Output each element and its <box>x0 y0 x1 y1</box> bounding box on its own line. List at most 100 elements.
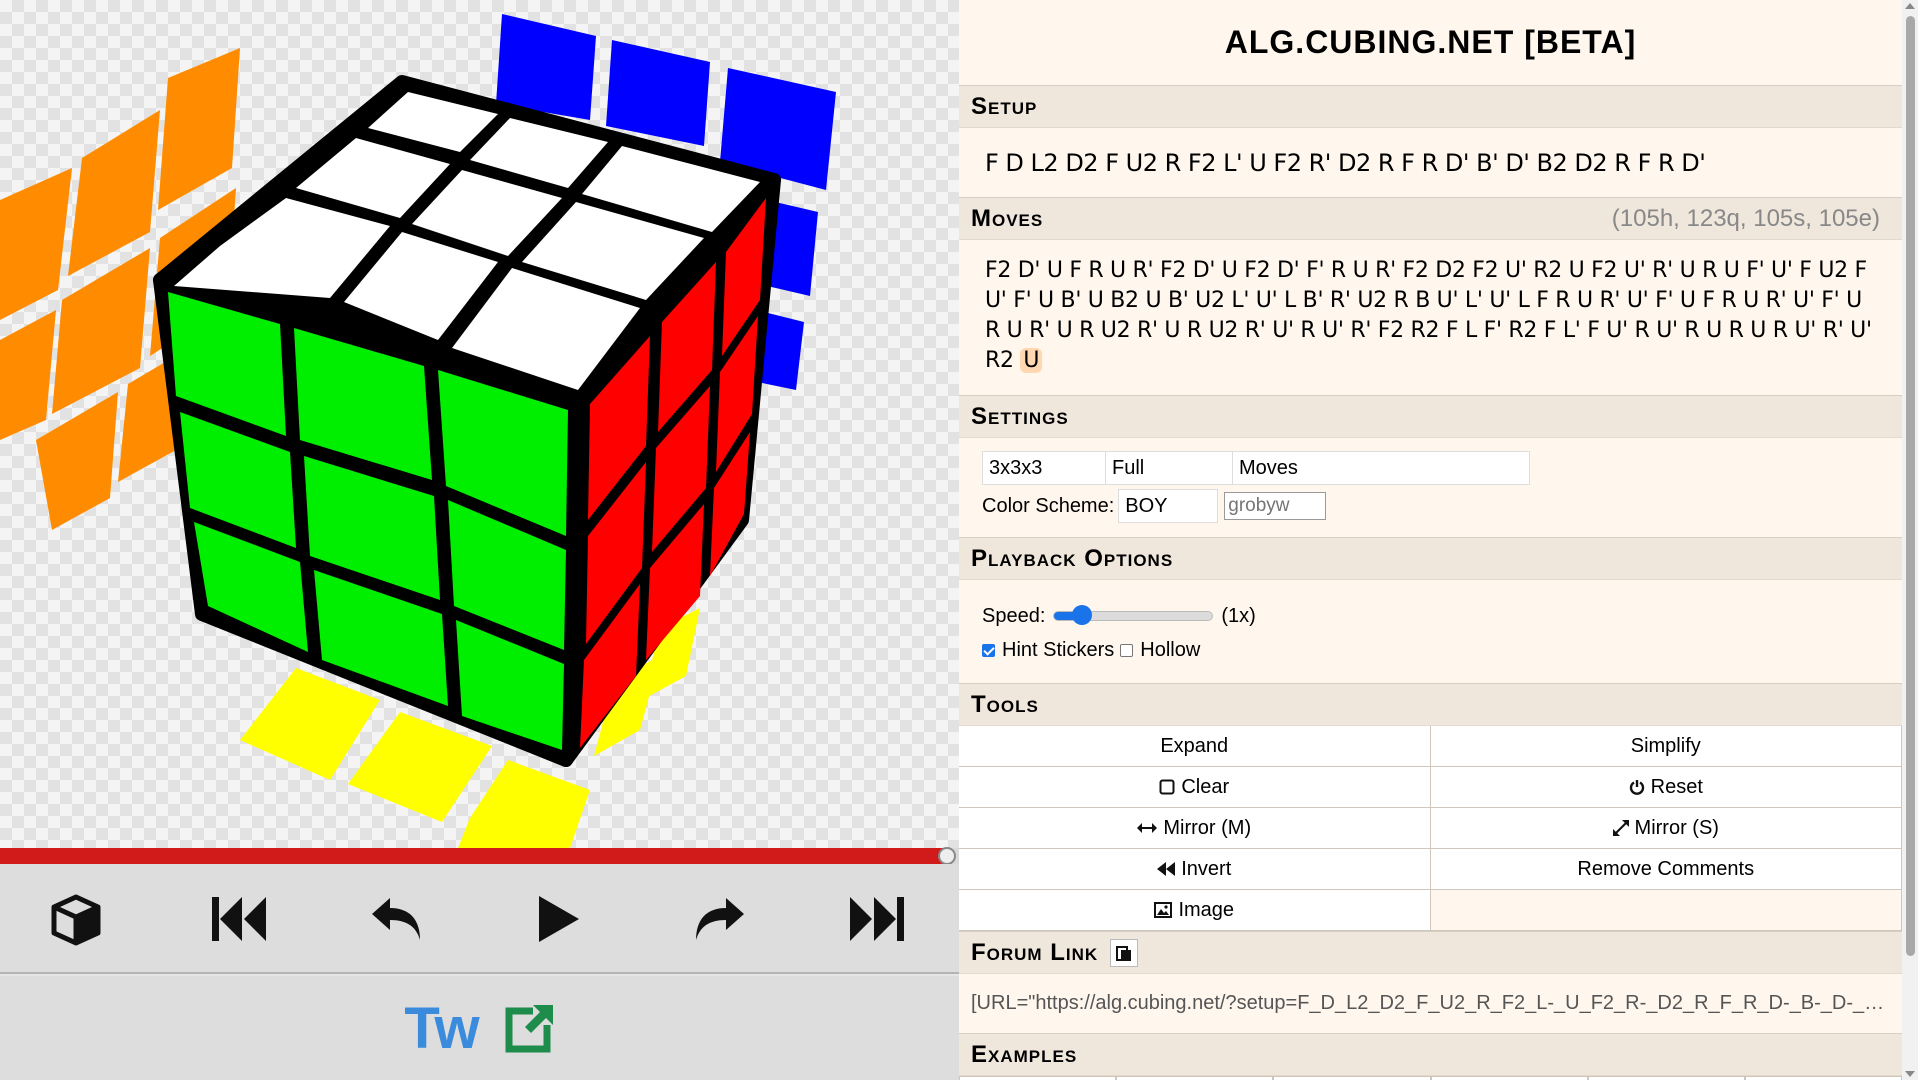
remove-comments-button[interactable]: Remove Comments <box>1430 849 1902 890</box>
scrollbar[interactable] <box>1902 0 1918 1080</box>
square-icon <box>1159 779 1175 795</box>
color-scheme-label: Color Scheme: <box>982 494 1115 517</box>
speed-slider-knob[interactable] <box>1071 605 1092 625</box>
reset-label: Reset <box>1650 775 1703 798</box>
setup-heading-label: Setup <box>971 92 1038 120</box>
scrollbar-thumb[interactable] <box>1906 16 1915 956</box>
skip-to-start-button[interactable] <box>198 884 278 954</box>
setup-heading: Setup <box>959 86 1902 128</box>
mirror-m-button[interactable]: Mirror (M) <box>959 808 1431 849</box>
power-icon <box>1629 780 1644 795</box>
progress-handle[interactable] <box>938 847 957 865</box>
reset-button[interactable]: Reset <box>1430 767 1902 808</box>
setup-input[interactable]: F D L2 D2 F U2 R F2 L' U F2 R' D2 R F R … <box>959 128 1902 198</box>
tools-heading-label: Tools <box>971 690 1039 718</box>
playback-heading: Playback Options <box>959 538 1902 580</box>
cube-viewport[interactable] <box>0 0 959 848</box>
scroll-down-icon[interactable] <box>1905 1071 1915 1077</box>
invert-button[interactable]: Invert <box>959 849 1431 890</box>
color-scheme-select[interactable]: BOY <box>1118 489 1219 523</box>
speed-row: Speed: (1x) <box>982 600 1879 632</box>
copy-button[interactable] <box>1110 938 1139 967</box>
external-link-icon <box>505 1003 555 1053</box>
skip-to-end-icon <box>850 897 904 941</box>
remove-comments-label: Remove Comments <box>1577 857 1755 880</box>
mirror-s-button[interactable]: Mirror (S) <box>1430 808 1902 849</box>
moves-heading: Moves (105h, 123q, 105s, 105e) <box>959 198 1902 240</box>
mirror-s-label: Mirror (S) <box>1634 816 1719 839</box>
progress-fill <box>0 848 948 864</box>
puzzle-select[interactable]: 3x3x3 <box>982 451 1106 485</box>
mirror-m-label: Mirror (M) <box>1163 816 1252 839</box>
image-icon <box>1154 902 1173 918</box>
hint-stickers-checkbox[interactable] <box>982 643 995 657</box>
twisty-player: Tw <box>0 0 959 1080</box>
tools-empty-cell <box>1430 890 1902 931</box>
examples-heading: Examples <box>959 1034 1902 1076</box>
moves-input[interactable]: F2 D' U F R U R' F2 D' U F2 D' F' R U R'… <box>959 240 1902 396</box>
settings-row-puzzle: 3x3x3 Full Moves <box>982 450 1879 486</box>
forum-heading-label: Forum Link <box>971 938 1099 966</box>
examples-list <box>959 1076 1902 1080</box>
example-item[interactable] <box>1116 1076 1274 1080</box>
image-button[interactable]: Image <box>959 890 1431 931</box>
control-panel: ALG.CUBING.NET [BETA] Setup F D L2 D2 F … <box>959 0 1902 1080</box>
cube-view-icon <box>51 894 101 946</box>
settings-body: 3x3x3 Full Moves Color Scheme: BOY <box>959 438 1902 538</box>
examples-heading-label: Examples <box>971 1040 1078 1068</box>
color-scheme-input[interactable] <box>1224 492 1327 520</box>
simplify-button[interactable]: Simplify <box>1430 726 1902 767</box>
progress-scrubber[interactable] <box>0 847 959 865</box>
invert-label: Invert <box>1181 857 1232 880</box>
cube-render <box>0 14 836 848</box>
example-item[interactable] <box>1430 1076 1588 1080</box>
skip-to-start-icon <box>212 897 266 941</box>
forum-link-text[interactable]: [URL="https://alg.cubing.net/?setup=F_D_… <box>959 974 1902 1034</box>
example-item[interactable] <box>1273 1076 1431 1080</box>
example-item[interactable] <box>1587 1076 1745 1080</box>
example-item[interactable] <box>1744 1076 1902 1080</box>
tools-grid: Expand Simplify Clear Reset Mirror (M) M… <box>959 726 1902 932</box>
simplify-label: Simplify <box>1630 734 1701 757</box>
mode-select[interactable]: Moves <box>1232 451 1530 485</box>
moves-text: F2 D' U F R U R' F2 D' U F2 D' F' R U R'… <box>985 258 1872 373</box>
example-item[interactable] <box>959 1076 1117 1080</box>
speed-slider[interactable] <box>1053 605 1214 625</box>
clear-label: Clear <box>1181 775 1230 798</box>
image-label: Image <box>1178 898 1235 921</box>
skip-to-end-button[interactable] <box>838 884 918 954</box>
clipboard-icon <box>1116 945 1132 961</box>
settings-row-color: Color Scheme: BOY <box>982 488 1879 524</box>
step-forward-icon <box>696 898 744 940</box>
speed-value: (1x) <box>1221 604 1256 627</box>
stickering-select[interactable]: Full <box>1105 451 1233 485</box>
clear-button[interactable]: Clear <box>959 767 1431 808</box>
play-icon <box>539 896 579 942</box>
setup-text: F D L2 D2 F U2 R F2 L' U F2 R' D2 R F R … <box>985 148 1706 177</box>
settings-heading: Settings <box>959 396 1902 438</box>
twizzle-label: Tw <box>404 995 479 1061</box>
twizzle-link[interactable]: Tw <box>0 976 959 1080</box>
speed-label: Speed: <box>982 604 1046 627</box>
horizontal-arrows-icon <box>1137 823 1158 833</box>
expand-button[interactable]: Expand <box>959 726 1431 767</box>
app-title: ALG.CUBING.NET [BETA] <box>959 0 1902 86</box>
hollow-checkbox[interactable] <box>1120 643 1134 657</box>
tools-heading: Tools <box>959 684 1902 726</box>
rewind-icon <box>1157 862 1176 876</box>
move-metrics: (105h, 123q, 105s, 105e) <box>1611 204 1880 232</box>
current-move-highlight: U <box>1020 348 1043 373</box>
forum-heading: Forum Link <box>959 932 1902 974</box>
settings-heading-label: Settings <box>971 402 1069 430</box>
step-back-icon <box>372 898 420 940</box>
options-row: Hint Stickers Hollow <box>982 634 1879 666</box>
step-back-button[interactable] <box>358 884 438 954</box>
step-forward-button[interactable] <box>678 884 758 954</box>
playback-body: Speed: (1x) Hint Stickers Hollow <box>959 580 1902 684</box>
scroll-up-icon[interactable] <box>1905 3 1915 9</box>
playback-heading-label: Playback Options <box>971 544 1174 572</box>
moves-heading-label: Moves <box>971 204 1044 232</box>
hint-stickers-label: Hint Stickers <box>1002 638 1115 661</box>
play-button[interactable] <box>518 884 598 954</box>
cube-view-button[interactable] <box>36 884 116 954</box>
